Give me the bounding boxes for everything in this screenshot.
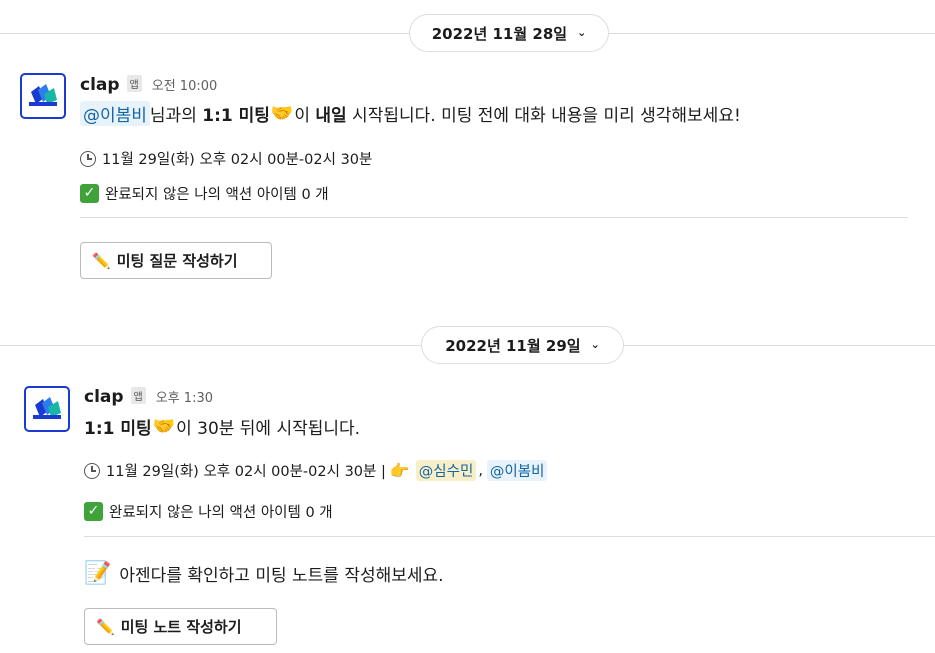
check-icon: ✓: [80, 184, 99, 203]
action-items-line: ✓ 완료되지 않은 나의 액션 아이템 0 개: [80, 183, 329, 204]
meeting-label: 1:1 미팅: [84, 419, 152, 439]
date-divider-button[interactable]: 2022년 11월 28일 ⌄: [409, 14, 609, 52]
message-header: clap 앱 오전 10:00: [80, 75, 217, 95]
clock-icon: [84, 462, 100, 479]
app-avatar[interactable]: [24, 386, 70, 432]
schedule-line: 11월 29일(화) 오후 02시 00분-02시 30분: [80, 148, 372, 169]
button-label: 미팅 노트 작성하기: [120, 618, 242, 636]
pointing-right-icon: 👉: [389, 461, 410, 480]
memo-icon: 📝: [84, 561, 112, 586]
schedule-text: 11월 29일(화) 오후 02시 00분-02시 30분 |: [106, 464, 386, 480]
sender-name[interactable]: clap: [80, 75, 120, 95]
write-questions-button[interactable]: ✏️ 미팅 질문 작성하기: [80, 242, 272, 279]
action-items-text: 완료되지 않은 나의 액션 아이템 0 개: [105, 187, 329, 203]
text-segment: 님과의: [149, 106, 203, 126]
chevron-down-icon: ⌄: [590, 337, 600, 351]
schedule-line: 11월 29일(화) 오후 02시 00분-02시 30분 | 👉 @심수민 ,…: [84, 460, 548, 481]
handshake-icon: 🤝: [270, 103, 294, 124]
handshake-icon: 🤝: [152, 416, 176, 437]
button-label: 미팅 질문 작성하기: [116, 252, 238, 270]
clap-logo-icon: [33, 397, 61, 419]
clap-logo-icon: [29, 84, 57, 106]
clock-icon: [80, 150, 96, 167]
check-icon: ✓: [84, 502, 103, 521]
meeting-label: 1:1 미팅: [202, 106, 270, 126]
text-segment: 이: [294, 106, 316, 126]
action-items-text: 완료되지 않은 나의 액션 아이템 0 개: [109, 505, 333, 521]
section-divider: [80, 217, 908, 218]
attendee-separator: ,: [478, 462, 483, 479]
tomorrow-label: 내일: [315, 106, 347, 126]
message-time[interactable]: 오전 10:00: [152, 75, 218, 94]
sender-name[interactable]: clap: [84, 387, 124, 407]
user-mention[interactable]: @심수민: [415, 460, 477, 481]
message-time[interactable]: 오후 1:30: [156, 387, 213, 406]
schedule-text: 11월 29일(화) 오후 02시 00분-02시 30분: [102, 152, 373, 168]
date-label: 2022년 11월 29일: [445, 336, 581, 355]
section-divider: [84, 536, 935, 537]
chevron-down-icon: ⌄: [577, 25, 587, 39]
date-label: 2022년 11월 28일: [431, 24, 568, 43]
pencil-icon: ✏️: [92, 251, 111, 270]
date-divider-button[interactable]: 2022년 11월 29일 ⌄: [421, 326, 624, 364]
app-avatar[interactable]: [20, 73, 66, 119]
message-text: 1:1 미팅 🤝 이 30분 뒤에 시작됩니다.: [84, 414, 360, 439]
pencil-icon: ✏️: [96, 617, 115, 636]
text-segment: 시작됩니다. 미팅 전에 대화 내용을 미리 생각해보세요!: [346, 106, 741, 126]
message-header: clap 앱 오후 1:30: [84, 387, 213, 407]
write-notes-button[interactable]: ✏️ 미팅 노트 작성하기: [84, 608, 277, 645]
action-items-line: ✓ 완료되지 않은 나의 액션 아이템 0 개: [84, 501, 333, 522]
app-badge: 앱: [126, 75, 142, 92]
user-mention[interactable]: @이봄비: [486, 460, 548, 481]
agenda-text: 아젠다를 확인하고 미팅 노트를 작성해보세요.: [119, 566, 444, 586]
message-text: @이봄비 님과의 1:1 미팅 🤝 이 내일 시작됩니다. 미팅 전에 대화 내…: [80, 101, 741, 126]
app-badge: 앱: [130, 387, 146, 404]
agenda-line: 📝 아젠다를 확인하고 미팅 노트를 작성해보세요.: [84, 561, 444, 586]
text-segment: 이 30분 뒤에 시작됩니다.: [176, 419, 361, 439]
user-mention[interactable]: @이봄비: [80, 101, 150, 126]
